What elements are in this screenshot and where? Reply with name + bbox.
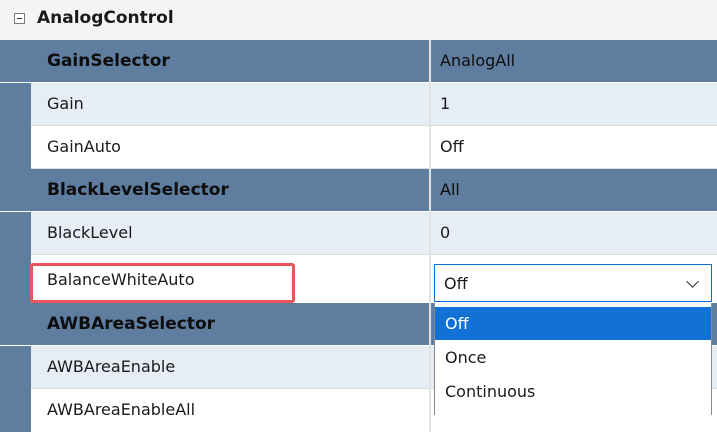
- property-value[interactable]: 0: [440, 223, 450, 242]
- property-row-blacklevel[interactable]: BlackLevel 0: [0, 212, 717, 255]
- category-label: AnalogControl: [37, 8, 174, 28]
- chevron-down-icon[interactable]: [686, 275, 699, 288]
- balancewhiteauto-combobox[interactable]: Off: [434, 264, 712, 302]
- property-grid: AnalogControl GainSelector AnalogAll Gai…: [0, 0, 717, 432]
- property-row-gainselector[interactable]: GainSelector AnalogAll: [0, 40, 717, 83]
- property-name: BlackLevel: [47, 223, 133, 242]
- property-value[interactable]: 1: [440, 94, 450, 113]
- category-row-analogcontrol[interactable]: AnalogControl: [0, 0, 717, 40]
- property-row-gain[interactable]: Gain 1: [0, 83, 717, 126]
- minus-box-icon[interactable]: [14, 13, 25, 24]
- combobox-value: Off: [444, 274, 468, 293]
- dropdown-option-once[interactable]: Once: [435, 341, 711, 374]
- dropdown-option-off[interactable]: Off: [435, 307, 711, 340]
- dropdown-option-continuous[interactable]: Continuous: [435, 375, 711, 408]
- property-value[interactable]: Off: [440, 137, 464, 156]
- property-name: GainAuto: [47, 137, 121, 156]
- property-name: AWBAreaEnable: [47, 357, 176, 376]
- highlight-annotation-box: [30, 263, 295, 303]
- dropdown-list: Off Once Continuous: [434, 303, 712, 415]
- property-value[interactable]: AnalogAll: [440, 51, 515, 70]
- property-name: Gain: [47, 94, 84, 113]
- property-row-gainauto[interactable]: GainAuto Off: [0, 126, 717, 169]
- property-name: GainSelector: [47, 51, 170, 71]
- property-name: AWBAreaEnableAll: [47, 400, 196, 419]
- property-row-blacklevelselector[interactable]: BlackLevelSelector All: [0, 169, 717, 212]
- property-name: AWBAreaSelector: [47, 314, 216, 334]
- property-value[interactable]: All: [440, 180, 460, 199]
- property-name: BlackLevelSelector: [47, 180, 229, 200]
